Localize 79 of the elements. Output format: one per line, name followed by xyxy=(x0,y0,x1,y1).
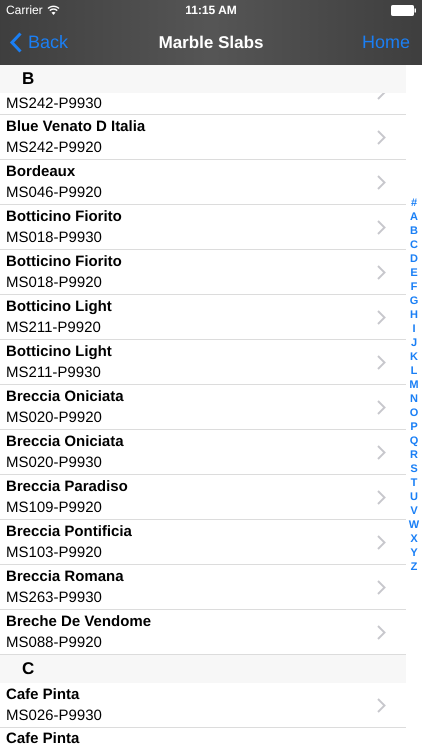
index-letter[interactable]: P xyxy=(410,420,418,434)
slab-code: MS020-P9930 xyxy=(6,453,103,473)
slab-code: MS242-P9930 xyxy=(6,96,102,111)
index-letter[interactable]: A xyxy=(410,210,418,224)
chevron-icon xyxy=(377,444,386,460)
index-letter[interactable]: W xyxy=(408,518,420,532)
chevron-icon xyxy=(377,130,386,144)
index-letter[interactable]: B xyxy=(410,224,418,238)
index-letter[interactable]: X xyxy=(410,532,418,546)
index-letter[interactable]: L xyxy=(410,364,418,378)
index-letter[interactable]: C xyxy=(410,238,418,252)
slab-name: Botticino Light xyxy=(6,342,113,362)
index-letter[interactable]: # xyxy=(410,196,418,210)
status-time: 11:15 AM xyxy=(185,2,237,19)
chevron-icon xyxy=(377,534,386,550)
index-letter[interactable]: N xyxy=(410,392,418,406)
slab-code: MS018-P9930 xyxy=(6,228,103,248)
slab-name: Breche De Vendome xyxy=(6,612,152,632)
slab-code: MS020-P9920 xyxy=(6,408,103,428)
chevron-icon xyxy=(377,490,386,504)
section-letter: C xyxy=(22,658,34,680)
slab-name: Breccia Oniciata xyxy=(6,387,125,407)
slab-code: MS263-P9930 xyxy=(6,588,103,608)
index-letter[interactable]: E xyxy=(410,266,418,280)
screen-title: Marble Slabs xyxy=(158,32,264,54)
chevron-icon xyxy=(377,698,386,712)
slab-name: Breccia Romana xyxy=(6,567,125,587)
slab-code: MS018-P9920 xyxy=(6,273,103,293)
slab-code: MS026-P9930 xyxy=(6,706,103,726)
index-letter[interactable]: G xyxy=(410,294,418,308)
index-letter[interactable]: Y xyxy=(410,546,418,560)
index-letter[interactable]: I xyxy=(412,322,416,336)
index-letter[interactable]: F xyxy=(410,280,418,294)
index-letter[interactable]: T xyxy=(410,476,418,490)
index-letter[interactable]: S xyxy=(410,462,418,476)
index-letter[interactable]: V xyxy=(410,504,418,518)
slab-code: MS211-P9930 xyxy=(6,363,102,383)
index-letter[interactable]: O xyxy=(410,406,418,420)
slab-name: Cafe Pinta xyxy=(6,729,80,749)
slab-name: Cafe Pinta xyxy=(6,685,80,705)
slab-name: Breccia Pontificia xyxy=(6,522,133,542)
back-button[interactable]: Back xyxy=(10,29,159,56)
slab-code: MS103-P9920 xyxy=(6,543,103,563)
index-letter[interactable]: Q xyxy=(410,434,418,448)
index-letter[interactable]: H xyxy=(410,308,418,322)
slab-code: MS242-P9920 xyxy=(6,138,103,158)
chevron-icon xyxy=(377,624,386,640)
slab-code: MS109-P9920 xyxy=(6,498,103,518)
section-letter: B xyxy=(22,68,34,90)
carrier-label: Carrier xyxy=(6,2,43,19)
chevron-icon xyxy=(377,264,386,280)
index-letter[interactable]: Z xyxy=(410,560,418,574)
index-letter[interactable]: D xyxy=(410,252,418,266)
battery-icon xyxy=(391,4,416,16)
slab-name: Breccia Paradiso xyxy=(6,477,129,497)
chevron-icon xyxy=(377,310,386,324)
slab-code: MS046-P9920 xyxy=(6,183,103,203)
index-letter[interactable]: R xyxy=(410,448,418,462)
slab-name: Botticino Light xyxy=(6,297,113,317)
slab-code: MS088-P9920 xyxy=(6,633,103,653)
chevron-icon xyxy=(377,220,386,234)
wifi-icon xyxy=(46,5,60,15)
index-letter[interactable]: J xyxy=(410,336,418,350)
index-letter[interactable]: K xyxy=(410,350,418,364)
chevron-icon xyxy=(377,354,386,370)
index-letter[interactable]: U xyxy=(410,490,418,504)
slab-name: Botticino Fiorito xyxy=(6,207,123,227)
slab-name: Botticino Fiorito xyxy=(6,252,123,272)
list-row[interactable]: MS242-P9930 xyxy=(0,93,406,115)
chevron-icon xyxy=(377,174,386,190)
slab-code: MS211-P9920 xyxy=(6,318,102,338)
back-chevron-icon xyxy=(10,32,22,53)
slab-name: Breccia Oniciata xyxy=(6,432,125,452)
chevron-icon xyxy=(377,400,386,414)
home-button[interactable]: Home xyxy=(362,29,412,56)
index-letter[interactable]: M xyxy=(409,378,419,392)
slab-name: Blue Venato D Italia xyxy=(6,117,146,137)
chevron-icon xyxy=(377,580,386,594)
slab-name: Bordeaux xyxy=(6,162,76,182)
